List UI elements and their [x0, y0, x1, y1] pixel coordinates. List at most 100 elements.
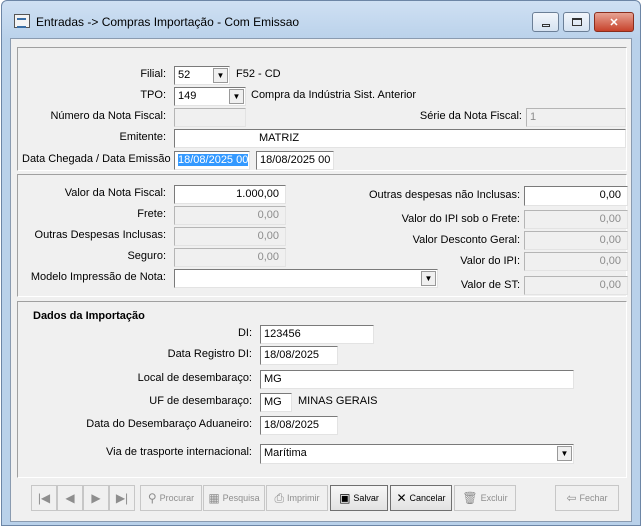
tpo-label: TPO:: [140, 89, 166, 101]
cancelar-button[interactable]: ✕ Cancelar: [390, 485, 452, 511]
title-bar: Entradas -> Compras Importação - Com Emi…: [2, 1, 640, 37]
floppy-icon: ▣: [339, 491, 351, 505]
form-client-area: Filial: 52 ▼ F52 - CD TPO: 149 ▼ Compra …: [10, 38, 632, 522]
nota-panel: Filial: 52 ▼ F52 - CD TPO: 149 ▼ Compra …: [17, 47, 627, 171]
fechar-button[interactable]: ⇦ Fechar: [555, 485, 619, 511]
via-transporte-select[interactable]: Marítima ▼: [260, 444, 574, 464]
bottom-toolbar: |◀ ◀ ▶ ▶| ⚲ Procurar ▦ Pesquisa ⎙ Imprimir …: [17, 483, 627, 515]
importacao-panel: Dados da Importação DI: 123456 Data Regi…: [17, 301, 627, 478]
ipi-frete-label: Valor do IPI sob o Frete:: [401, 213, 520, 225]
seguro-label: Seguro:: [127, 250, 166, 262]
imprimir-label: Imprimir: [287, 493, 320, 503]
grid-icon: ▦: [208, 491, 220, 505]
filial-select[interactable]: 52 ▼: [174, 66, 230, 85]
local-desembaraco-label: Local de desembaraço:: [137, 372, 252, 384]
numero-nf-field[interactable]: [174, 108, 246, 127]
app-window: Entradas -> Compras Importação - Com Emi…: [1, 0, 641, 526]
ipi-field[interactable]: 0,00: [524, 252, 628, 271]
via-transporte-value: Marítima: [264, 447, 307, 459]
excluir-label: Excluir: [480, 493, 508, 503]
serie-nf-label: Série da Nota Fiscal:: [419, 110, 522, 122]
procurar-button[interactable]: ⚲ Procurar: [140, 485, 202, 511]
fechar-label: Fechar: [579, 493, 608, 503]
outras-nao-inclusas-label: Outras despesas não Inclusas:: [368, 189, 520, 201]
prev-record-button[interactable]: ◀: [57, 485, 83, 511]
data-chegada-field[interactable]: 18/08/2025 00: [174, 151, 250, 170]
imprimir-button[interactable]: ⎙ Imprimir: [266, 485, 328, 511]
data-emissao-field[interactable]: 18/08/2025 00: [256, 151, 334, 170]
tpo-select-value: 149: [178, 90, 197, 102]
app-icon: [14, 14, 30, 28]
uf-description: MINAS GERAIS: [298, 395, 378, 407]
numero-nf-label: Número da Nota Fiscal:: [50, 110, 166, 122]
di-label: DI:: [237, 327, 252, 339]
emitente-label: Emitente:: [119, 131, 166, 143]
via-transporte-label: Via de trasporte internacional:: [106, 446, 252, 458]
data-chegada-value: 18/08/2025 00: [178, 154, 249, 166]
first-icon: |◀: [37, 491, 51, 505]
pesquisa-button[interactable]: ▦ Pesquisa: [203, 485, 265, 511]
ipi-frete-field[interactable]: 0,00: [524, 210, 628, 229]
outras-inclusas-label: Outras Despesas Inclusas:: [34, 229, 166, 241]
last-record-button[interactable]: ▶|: [109, 485, 135, 511]
salvar-button[interactable]: ▣ Salvar: [330, 485, 388, 511]
binoculars-icon: ⚲: [147, 491, 157, 505]
close-icon: ✕: [609, 16, 619, 29]
desconto-geral-field[interactable]: 0,00: [524, 231, 628, 250]
uf-desembaraco-field[interactable]: MG: [260, 393, 292, 412]
trash-icon: 🗑: [462, 491, 478, 505]
pesquisa-label: Pesquisa: [222, 493, 260, 503]
tpo-select[interactable]: 149 ▼: [174, 87, 246, 106]
frete-field[interactable]: 0,00: [174, 206, 286, 225]
filial-select-value: 52: [178, 69, 191, 81]
outras-inclusas-field[interactable]: 0,00: [174, 227, 286, 246]
outras-nao-inclusas-field[interactable]: 0,00: [524, 186, 628, 206]
first-record-button[interactable]: |◀: [31, 485, 57, 511]
next-icon: ▶: [91, 491, 101, 505]
valores-panel: Valor da Nota Fiscal: 1.000,00 Frete: 0,…: [17, 174, 628, 297]
cancelar-label: Cancelar: [409, 493, 446, 503]
modelo-impressao-label: Modelo Impressão de Nota:: [30, 271, 166, 283]
window-title: Entradas -> Compras Importação - Com Emi…: [36, 15, 300, 29]
minimize-button[interactable]: [532, 12, 559, 32]
serie-nf-field[interactable]: 1: [526, 108, 626, 127]
cancel-icon: ✕: [396, 491, 407, 505]
salvar-label: Salvar: [353, 493, 379, 503]
datas-label: Data Chegada / Data Emissão: [22, 153, 171, 165]
st-field[interactable]: 0,00: [524, 276, 628, 295]
maximize-icon: [571, 18, 582, 26]
chevron-down-icon: ▼: [557, 446, 572, 461]
last-icon: ▶|: [115, 491, 129, 505]
data-desembaraco-label: Data do Desembaraço Aduaneiro:: [86, 418, 252, 430]
data-desembaraco-field[interactable]: 18/08/2025: [260, 416, 338, 435]
frete-label: Frete:: [137, 208, 166, 220]
local-desembaraco-field[interactable]: MG: [260, 370, 574, 389]
filial-label: Filial:: [140, 68, 166, 80]
importacao-section-title: Dados da Importação: [33, 310, 145, 322]
desconto-geral-label: Valor Desconto Geral:: [412, 234, 520, 246]
chevron-down-icon: ▼: [213, 68, 228, 83]
di-field[interactable]: 123456: [260, 325, 374, 344]
prev-icon: ◀: [65, 491, 75, 505]
emitente-field[interactable]: MATRIZ: [174, 129, 626, 148]
printer-icon: ⎙: [274, 491, 285, 505]
uf-desembaraco-label: UF de desembaraço:: [149, 395, 252, 407]
st-label: Valor de ST:: [460, 279, 520, 291]
close-button[interactable]: ✕: [594, 12, 634, 32]
seguro-field[interactable]: 0,00: [174, 248, 286, 267]
tpo-description: Compra da Indústria Sist. Anterior: [251, 89, 417, 101]
ipi-label: Valor do IPI:: [460, 255, 520, 267]
data-registro-di-field[interactable]: 18/08/2025: [260, 346, 338, 365]
valor-nf-label: Valor da Nota Fiscal:: [64, 187, 166, 199]
procurar-label: Procurar: [159, 493, 195, 503]
maximize-button[interactable]: [563, 12, 590, 32]
excluir-button[interactable]: 🗑 Excluir: [454, 485, 516, 511]
modelo-impressao-select[interactable]: ▼: [174, 269, 438, 288]
next-record-button[interactable]: ▶: [83, 485, 109, 511]
valor-nf-field[interactable]: 1.000,00: [174, 185, 286, 204]
minimize-icon: [541, 23, 550, 27]
filial-description: F52 - CD: [236, 68, 281, 80]
chevron-down-icon: ▼: [229, 89, 244, 104]
chevron-down-icon: ▼: [421, 271, 436, 286]
data-registro-di-label: Data Registro DI:: [167, 348, 252, 360]
